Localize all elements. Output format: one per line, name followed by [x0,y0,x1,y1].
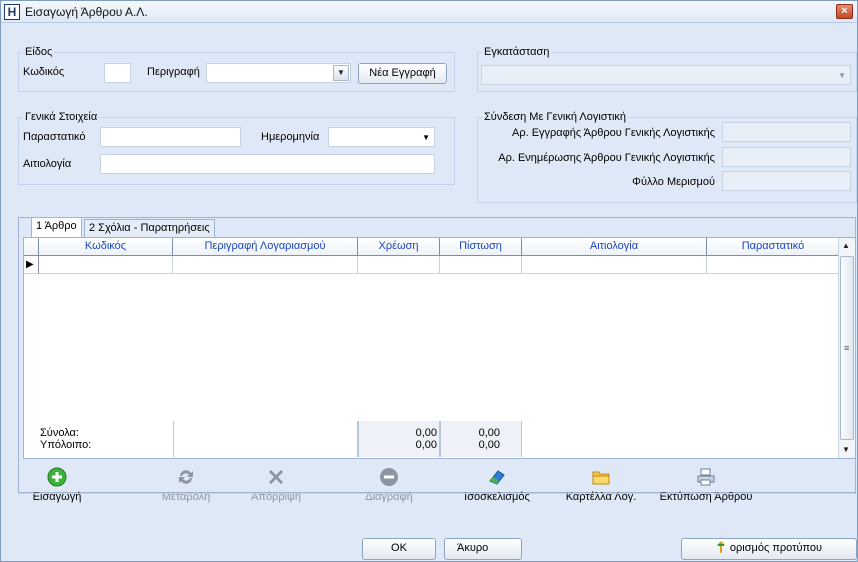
apologia-label: Αιτιολογία [23,158,72,170]
parastatiko-input[interactable] [100,127,241,147]
col-kodikos[interactable]: Κωδικός [39,238,173,256]
close-button[interactable]: × [836,4,853,19]
delete-button[interactable]: Διαγραφή [357,467,421,503]
totals-label: Σύνολα: [40,427,79,439]
balance-credit: 0,00 [478,439,500,451]
title-bar: H Εισαγωγή Άρθρου Α.Λ. × [1,1,857,23]
ok-button[interactable]: OK [362,538,436,560]
syndesi-group-title: Σύνδεση Με Γενική Λογιστική [482,111,629,123]
refresh-icon [179,470,193,484]
plus-circle-icon [47,467,67,487]
perigrafi-combo[interactable]: ▼ [206,63,351,83]
egkatastasi-combo[interactable]: ▼ [481,65,851,85]
app-logo-icon: H [4,4,20,20]
minus-circle-icon [380,468,398,486]
article-entry-window: H Εισαγωγή Άρθρου Α.Λ. × Είδος Κωδικός Π… [0,0,858,562]
balance-debit: 0,00 [415,439,437,451]
apologia-input[interactable] [100,154,435,174]
scroll-down-icon[interactable]: ▼ [842,445,850,454]
reject-button[interactable]: Απόρριψη [241,467,311,503]
balance-button[interactable]: Ισοσκελισμός [459,467,535,503]
printer-icon [697,468,715,486]
cancel-button[interactable]: Άκυρο [444,538,522,560]
kodikos-label: Κωδικός [23,66,65,78]
ar-eggrafis-label: Αρ. Εγγραφής Άρθρου Γενικής Λογιστικής [511,127,715,139]
cell-kodikos[interactable] [39,256,173,274]
chevron-down-icon: ▼ [838,71,846,80]
perigrafi-label: Περιγραφή [147,66,200,78]
ar-enimerosis-label: Αρ. Ενημέρωσης Άρθρου Γενικής Λογιστικής [498,152,715,164]
cell-apologia[interactable] [522,256,707,274]
scroll-up-icon[interactable]: ▲ [842,241,850,250]
grid-vertical-scrollbar[interactable]: ▲ ≡ ▼ [838,238,855,458]
col-apologia[interactable]: Αιτιολογία [522,238,707,256]
col-parastatiko[interactable]: Παραστατικό [707,238,840,256]
template-button[interactable]: ορισμός προτύπου [681,538,857,560]
edit-button[interactable]: Μεταβολή [156,467,216,503]
cell-pistosi[interactable] [440,256,522,274]
grid-corner [24,238,39,256]
col-xreosi[interactable]: Χρέωση [358,238,440,256]
cell-xreosi[interactable] [358,256,440,274]
fyllo-field [722,171,851,191]
totals-credit: 0,00 [478,427,500,439]
hmerominia-label: Ημερομηνία [261,131,320,143]
genika-group-title: Γενικά Στοιχεία [23,111,100,123]
ar-enimerosis-field [722,147,851,167]
chevron-down-icon[interactable]: ▼ [333,65,349,81]
divider [18,493,856,494]
new-record-button[interactable]: Νέα Εγγραφή [358,63,447,84]
folder-icon [592,471,610,485]
entries-grid: Κωδικός Περιγραφή Λογαριασμού Χρέωση Πίσ… [23,237,856,459]
tab-sxolia[interactable]: 2 Σχόλια - Παρατηρήσεις [84,219,215,237]
fyllo-label: Φύλλο Μερισμού [632,176,715,188]
window-title: Εισαγωγή Άρθρου Α.Λ. [25,5,148,19]
cell-parastatiko[interactable] [707,256,840,274]
row-header[interactable]: ▶ [24,256,39,274]
pin-icon [716,541,726,553]
col-pistosi[interactable]: Πίστωση [440,238,522,256]
scroll-thumb[interactable]: ≡ [840,256,854,440]
eraser-icon [489,470,505,485]
insert-button[interactable]: Εισαγωγή [27,467,87,503]
print-button[interactable]: Εκτύπωση Άρθρου [656,467,756,503]
eidos-group-title: Είδος [23,46,55,58]
tab-arthro[interactable]: 1 Άρθρο [31,217,82,237]
totals-filler [173,421,358,457]
balance-label: Υπόλοιπο: [40,439,92,451]
row-indicator-icon: ▶ [26,259,34,270]
ledger-card-button[interactable]: Καρτέλλα Λογ. [561,467,641,503]
kodikos-input[interactable] [104,63,131,83]
grip-icon: ≡ [844,343,850,353]
ar-eggrafis-field [722,122,851,142]
parastatiko-label: Παραστατικό [23,131,86,143]
chevron-down-icon[interactable]: ▼ [422,133,430,142]
col-perigrafi[interactable]: Περιγραφή Λογαριασμού [173,238,358,256]
egkatastasi-group-title: Εγκατάσταση [482,46,552,58]
x-icon [269,470,283,484]
hmerominia-picker[interactable]: ▼ [328,127,435,147]
template-label: ορισμός προτύπου [729,542,823,554]
totals-debit: 0,00 [415,427,437,439]
cell-perigrafi[interactable] [173,256,358,274]
